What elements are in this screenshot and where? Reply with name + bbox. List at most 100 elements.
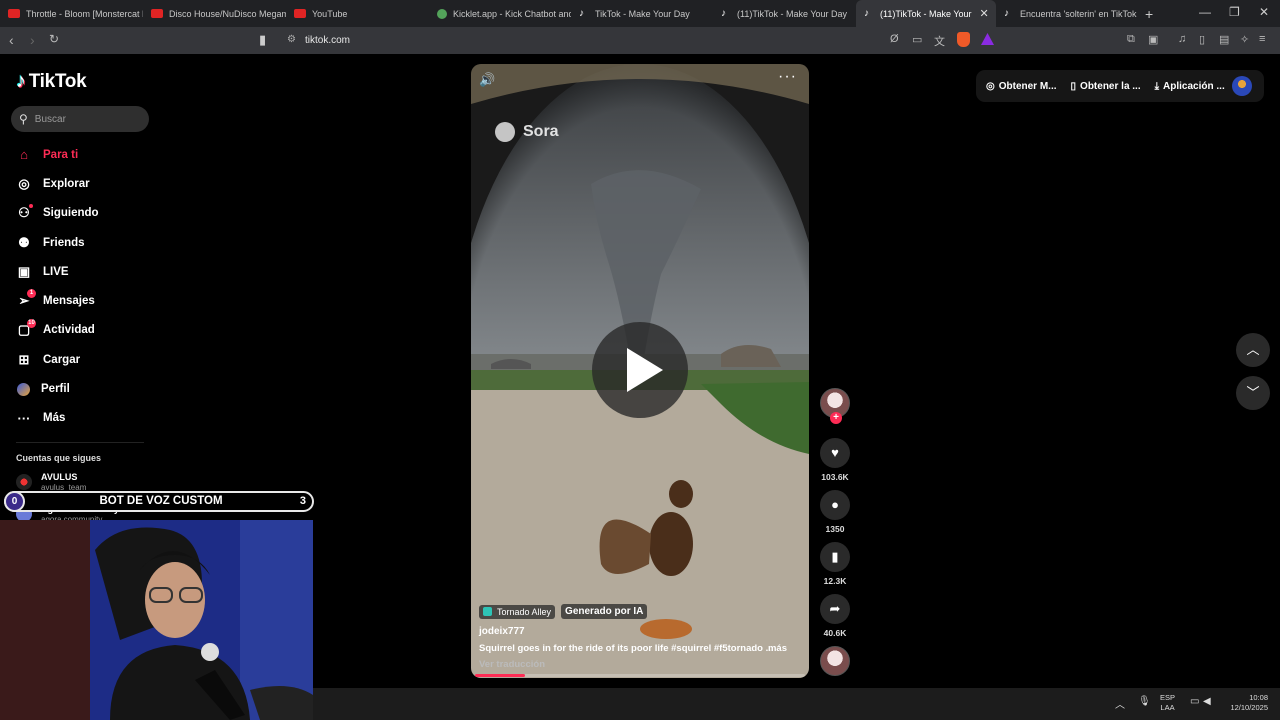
creator-avatar[interactable]: + <box>820 388 850 424</box>
tab-youtube[interactable]: YouTube <box>286 0 429 27</box>
menu-icon[interactable]: ≡ <box>1259 33 1265 45</box>
search-input[interactable] <box>34 113 135 125</box>
close-window-icon[interactable]: ✕ <box>1259 5 1269 19</box>
youtube-icon <box>151 9 163 18</box>
search-icon: ⚲ <box>19 112 28 126</box>
forward-icon[interactable]: › <box>30 32 35 48</box>
video-progress[interactable] <box>475 674 805 677</box>
microphone-icon[interactable]: 🎙 <box>1138 696 1151 707</box>
sidebar-item-explorar[interactable]: ◎ Explorar <box>16 169 99 198</box>
follow-plus-icon[interactable]: + <box>830 412 842 424</box>
tiktok-logo[interactable]: ♪ TikTok <box>16 70 87 93</box>
sidebar-toggle-icon[interactable]: ▯ <box>1199 33 1205 46</box>
next-video-button[interactable]: ﹀ <box>1236 376 1270 410</box>
browser-tab-bar: Throttle - Bloom [Monstercat R Disco Hou… <box>0 0 1280 27</box>
cast-icon[interactable]: ▭ <box>912 33 922 46</box>
desktop-app-button[interactable]: ⤓ Aplicación ... <box>1155 81 1225 92</box>
tab-tiktok-search[interactable]: ♪ Encuentra 'solterin' en TikTok | <box>996 0 1138 27</box>
brave-rewards-icon[interactable] <box>981 33 994 45</box>
more-options-icon[interactable]: ··· <box>778 68 797 86</box>
maximize-icon[interactable]: ❐ <box>1229 5 1240 19</box>
comment-button[interactable]: ● <box>820 490 850 520</box>
close-tab-icon[interactable]: ✕ <box>980 7 989 20</box>
sidebar-item-actividad[interactable]: ▢ 10 Actividad <box>16 316 99 345</box>
ai-generated-chip[interactable]: Generado por IA <box>561 604 648 619</box>
video-author[interactable]: jodeix777 <box>479 626 525 637</box>
like-button[interactable]: ♥ <box>820 438 850 468</box>
translate-icon[interactable]: 文 <box>934 33 945 49</box>
overlay-title: BOT DE VOZ CUSTOM <box>99 495 223 507</box>
sidebar-item-friends[interactable]: ⚉ Friends <box>16 228 99 257</box>
minimize-icon[interactable]: — <box>1199 5 1211 19</box>
tab-tiktok-active[interactable]: ♪ (11)TikTok - Make Your ✕ <box>856 0 996 27</box>
display-icon[interactable]: ▭ <box>1190 696 1199 707</box>
taskbar-clock[interactable]: 10:08 12/10/2025 <box>1226 693 1268 713</box>
sidebar-item-perfil[interactable]: Perfil <box>16 374 99 403</box>
brave-shield-icon[interactable] <box>957 32 970 47</box>
media-icon[interactable]: ♫ <box>1178 33 1186 45</box>
button-label: Obtener la ... <box>1080 80 1141 92</box>
site-settings-icon[interactable]: ⚙ <box>287 34 296 45</box>
youtube-icon <box>294 9 306 18</box>
no-tracking-icon[interactable]: Ø <box>890 33 899 45</box>
sidebar-item-label: Explorar <box>43 177 90 190</box>
location-icon <box>483 607 492 616</box>
url-field[interactable]: tiktok.com <box>305 35 350 46</box>
speaker-icon[interactable]: ◀ <box>1203 696 1211 707</box>
chip-label: Generado por IA <box>565 606 644 617</box>
sidebar-item-para-ti[interactable]: ⌂ Para ti <box>16 140 99 169</box>
new-dot <box>29 203 33 208</box>
wallet-icon[interactable]: ▤ <box>1219 33 1229 46</box>
tab-label: YouTube <box>312 8 348 19</box>
translate-link[interactable]: Ver traducción <box>479 659 545 670</box>
sidebar-item-siguiendo[interactable]: ⚇ Siguiendo <box>16 199 99 228</box>
sidebar-item-live[interactable]: ▣ LIVE <box>16 257 99 286</box>
user-avatar[interactable] <box>1232 76 1252 96</box>
previous-video-button[interactable]: ︿ <box>1236 333 1270 367</box>
play-button[interactable] <box>592 322 688 418</box>
more-link[interactable]: más <box>768 643 787 654</box>
tab-tiktok-1[interactable]: ♪ TikTok - Make Your Day <box>571 0 713 27</box>
get-coins-button[interactable]: ◎ Obtener M... <box>986 81 1057 92</box>
sidebar-item-label: Mensajes <box>43 295 95 308</box>
tab-kicklet[interactable]: Kicklet.app - Kick Chatbot and <box>429 0 571 27</box>
tab-disco-house[interactable]: Disco House/NuDisco Megami <box>143 0 286 27</box>
reload-icon[interactable]: ↻ <box>49 32 59 46</box>
search-box[interactable]: ⚲ <box>11 106 149 132</box>
bookmark-icon[interactable]: ▮ <box>259 32 266 48</box>
sidebar-item-mensajes[interactable]: ➢ 1 Mensajes <box>16 286 99 315</box>
extensions-icon[interactable]: ⧉ <box>1127 33 1135 46</box>
leo-ai-icon[interactable]: ✧ <box>1240 33 1249 46</box>
location-chip[interactable]: Tornado Alley <box>479 604 556 619</box>
heart-icon: ♥ <box>831 445 839 460</box>
live-icon: ▣ <box>17 263 31 279</box>
back-icon[interactable]: ‹ <box>9 32 14 48</box>
sidebar-item-label: Perfil <box>41 383 70 396</box>
progress-fill <box>475 674 525 677</box>
language-indicator[interactable]: ESP LAA <box>1160 693 1175 713</box>
get-app-button[interactable]: ▯ Obtener la ... <box>1071 81 1141 92</box>
sidebar-item-cargar[interactable]: ⊞ Cargar <box>16 345 99 374</box>
clock-date: 12/10/2025 <box>1230 703 1268 712</box>
following-account[interactable]: AVULUS avulus_team <box>16 472 86 492</box>
following-accounts-title: Cuentas que sigues <box>16 453 102 463</box>
tray-chevron-icon[interactable]: ︿ <box>1115 696 1125 711</box>
tab-tiktok-2[interactable]: ♪ (11)TikTok - Make Your Day <box>713 0 856 27</box>
overlay-left-counter: 0 <box>4 491 25 512</box>
video-player[interactable]: 🔊 ··· Sora Tornado Alley Generado por IA… <box>471 64 809 678</box>
video-chips: Tornado Alley Generado por IA <box>479 604 653 619</box>
profile-avatar <box>17 382 30 396</box>
new-tab-button[interactable]: + <box>1145 6 1153 22</box>
music-disc-avatar[interactable] <box>820 646 850 676</box>
sidebar-panel-icon[interactable]: ▣ <box>1148 33 1158 46</box>
share-button[interactable]: ➦ <box>820 594 850 624</box>
tab-throttle[interactable]: Throttle - Bloom [Monstercat R <box>0 0 143 27</box>
share-count: 40.6K <box>823 628 847 638</box>
lang-code: ESP <box>1160 693 1176 702</box>
volume-icon[interactable]: 🔊 <box>479 72 495 88</box>
chevron-down-icon: ﹀ <box>1246 385 1260 400</box>
sidebar-item-mas[interactable]: ··· Más <box>16 404 99 433</box>
sora-logo-icon <box>495 122 515 142</box>
save-button[interactable]: ▮ <box>820 542 850 572</box>
sora-watermark: Sora <box>495 122 559 142</box>
